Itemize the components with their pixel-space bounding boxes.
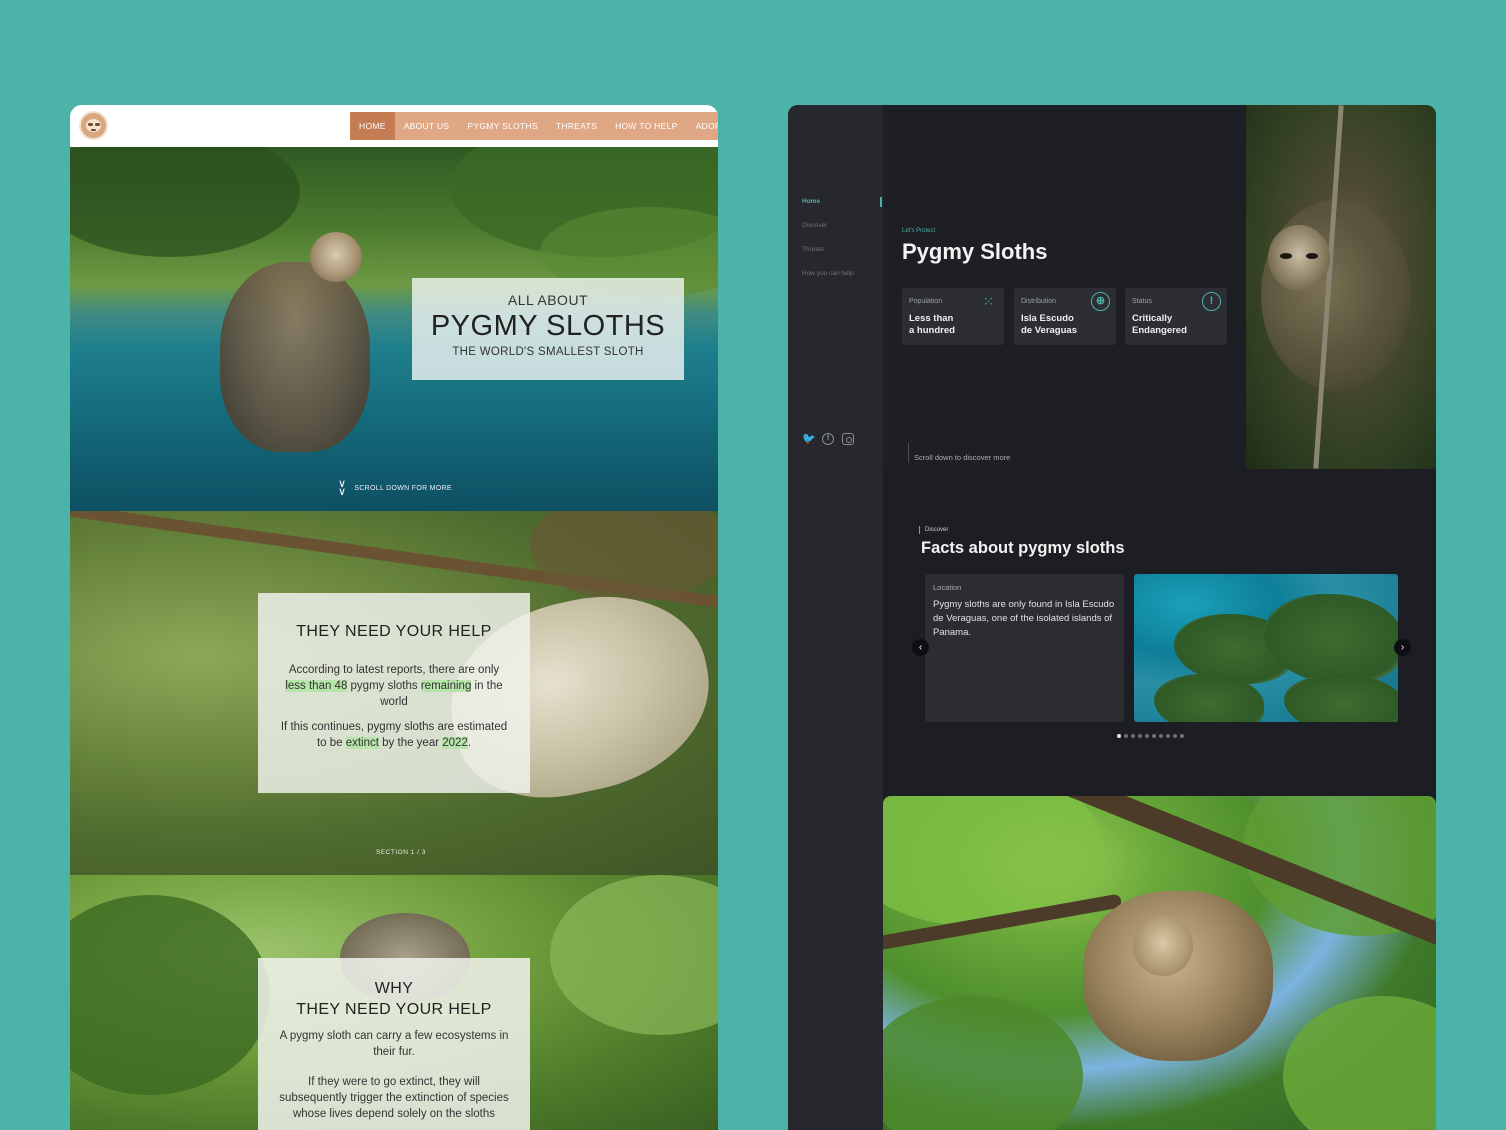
hero-kicker: ALL ABOUT [507,292,589,308]
hero-panel [883,105,1246,469]
globe-icon: ⊕ [1091,292,1110,311]
why-section: WHY THEY NEED YOUR HELP A pygmy sloth can… [70,875,718,1130]
foliage-blob [530,511,718,601]
sidebar-item-discover[interactable]: Discover [802,222,827,229]
chevron-right-icon[interactable]: › [1394,639,1411,656]
logo-eye [88,123,93,126]
double-chevron-down-icon: ∨ ∨ [338,478,347,498]
stat-value: Critically Endangered [1132,313,1187,336]
sloth-on-vine-image [1246,105,1436,469]
scroll-down-link[interactable]: ∨ ∨ SCROLL DOWN FOR MORE [338,478,452,498]
foliage-blob [550,875,718,1035]
fact-text: Pygmy sloths are only found in Isla Escu… [933,599,1115,638]
help-title: THEY NEED YOUR HELP [296,623,492,640]
foliage-blob [70,895,270,1095]
hero-title-card: ALL ABOUT PYGMY SLOTHS THE WORLD'S SMALL… [412,278,684,380]
main-menu: HOME ABOUT US PYGMY SLOTHS THREATS HOW T… [350,112,718,140]
island-shape [1284,674,1398,722]
help-card: THEY NEED YOUR HELP According to latest … [258,593,530,793]
discover-title: Facts about pygmy sloths [921,539,1125,557]
carousel-dot[interactable] [1166,734,1170,738]
alert-circle-icon: ! [1202,292,1221,311]
scroll-hint: Scroll down to discover more [908,443,1010,463]
nav-item-home[interactable]: HOME [350,112,395,140]
hero-kicker: Let's Protect [902,228,936,234]
help-paragraph-1: According to latest reports, there are o… [285,664,503,708]
right-website-mockup: Home Discover Threats How you can help 🐦… [788,105,1436,1130]
sloth-eye [1280,253,1292,259]
sloth-with-baby-image [883,796,1436,1130]
baby-sloth [1133,916,1193,976]
why-title: WHY THEY NEED YOUR HELP [296,980,492,1018]
foliage-blob [1283,996,1436,1130]
swimming-sloth-image [220,262,370,452]
sidebar-item-home[interactable]: Home [802,198,820,205]
twitter-icon[interactable]: 🐦 [802,433,816,445]
carousel-dot[interactable] [1173,734,1177,738]
sloth-logo-icon[interactable] [79,111,108,140]
instagram-icon[interactable] [842,433,854,445]
foliage-blob [883,996,1083,1130]
nav-item-threats[interactable]: THREATS [547,112,606,140]
chevron-left-icon[interactable]: ‹ [912,639,929,656]
nav-item-pygmy-sloths[interactable]: PYGMY SLOTHS [458,112,547,140]
carousel-dot[interactable] [1138,734,1142,738]
fact-label: Location [933,583,962,592]
carousel-dot[interactable] [1117,734,1121,738]
mother-sloth [1083,891,1273,1061]
hero-subtitle: THE WORLD'S SMALLEST SLOTH [452,346,644,358]
stat-value: Less than a hundred [909,313,955,336]
hero-section: ALL ABOUT PYGMY SLOTHS THE WORLD'S SMALL… [70,147,718,511]
carousel-dot[interactable] [1145,734,1149,738]
logo-mouth [91,129,96,131]
scroll-down-label: SCROLL DOWN FOR MORE [354,484,452,492]
nav-item-adoption[interactable]: ADOPTION [687,112,718,140]
nav-item-about-us[interactable]: ABOUT US [395,112,459,140]
carousel-dot[interactable] [1124,734,1128,738]
foliage-blob [70,147,300,257]
paw-icon: ⁙ [983,294,994,309]
why-paragraph-1: A pygmy sloth can carry a few ecosystems… [279,1030,509,1058]
why-paragraph-2: If they were to go extinct, they will su… [279,1076,509,1120]
help-paragraph-2: If this continues, pygmy sloths are esti… [280,721,508,749]
section-counter: SECTION 1 / 3 [376,849,426,856]
stat-value: Isla Escudo de Veraguas [1021,313,1077,336]
active-indicator [880,197,882,207]
sidebar-item-threats[interactable]: Threats [802,246,824,253]
carousel-dot[interactable] [1180,734,1184,738]
left-website-mockup: HOME ABOUT US PYGMY SLOTHS THREATS HOW T… [70,105,718,1130]
sloth-eye [1306,253,1318,259]
carousel-dot[interactable] [1159,734,1163,738]
stat-label: Status [1132,298,1152,305]
sloth-face-image [310,232,362,282]
stat-card-population: Population Less than a hundred ⁙ [902,288,1004,345]
island-aerial-image [1134,574,1398,722]
why-card: WHY THEY NEED YOUR HELP A pygmy sloth can… [258,958,530,1130]
carousel-dot[interactable] [1131,734,1135,738]
stat-card-distribution: Distribution Isla Escudo de Veraguas ⊕ [1014,288,1116,345]
fact-card: Location Pygmy sloths are only found in … [925,574,1124,722]
hero-title: Pygmy Sloths [902,239,1048,264]
stat-label: Population [909,298,943,305]
social-links: 🐦 f [802,433,854,445]
stat-label: Distribution [1021,298,1057,305]
top-navbar: HOME ABOUT US PYGMY SLOTHS THREATS HOW T… [70,105,718,147]
stat-card-status: Status Critically Endangered ! [1125,288,1227,345]
sidebar: Home Discover Threats How you can help 🐦… [788,105,883,1130]
logo-eye [95,123,100,126]
nav-item-how-to-help[interactable]: HOW TO HELP [606,112,687,140]
hero-title: PYGMY SLOTHS [430,310,666,342]
facebook-icon[interactable]: f [822,433,834,445]
carousel-dots [1117,734,1184,738]
sidebar-item-how-you-can-help[interactable]: How you can help [802,270,854,277]
carousel-dot[interactable] [1152,734,1156,738]
sloth-face [1268,225,1330,291]
discover-tag: Discover [919,526,948,534]
help-section: THEY NEED YOUR HELP According to latest … [70,511,718,875]
